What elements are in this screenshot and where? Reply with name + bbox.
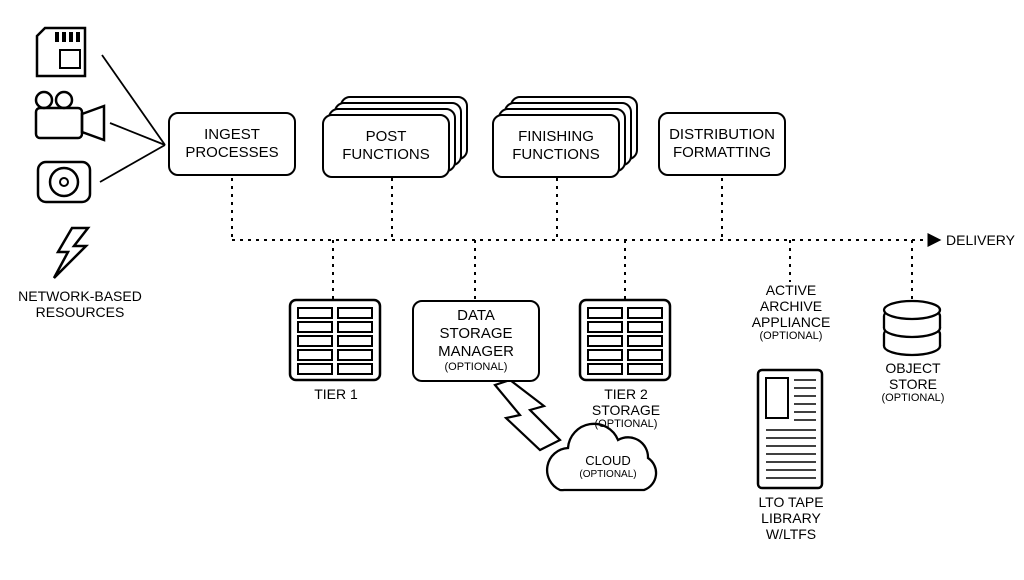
lto-label: LTO TAPE LIBRARY W/LTFS xyxy=(748,494,834,542)
objstore-optional: (OPTIONAL) xyxy=(872,392,954,405)
lto-line3: W/LTFS xyxy=(748,526,834,542)
objstore-line1: OBJECT xyxy=(872,360,954,376)
finishing-line1: FINISHING xyxy=(512,128,600,146)
camera-icon xyxy=(36,92,104,140)
dsm-line1: DATA STORAGE xyxy=(420,307,532,343)
dsm-optional: (OPTIONAL) xyxy=(445,361,508,374)
finishing-line2: FUNCTIONS xyxy=(512,146,600,164)
cloud-label: CLOUD (OPTIONAL) xyxy=(566,454,650,480)
cloud-line1: CLOUD xyxy=(566,454,650,469)
ingest-line2: PROCESSES xyxy=(185,144,278,162)
lto-line1: LTO TAPE xyxy=(748,494,834,510)
tier2-label: TIER 2 STORAGE (OPTIONAL) xyxy=(570,386,682,431)
archive-line1: ACTIVE xyxy=(744,282,838,298)
network-resources-label: NETWORK-BASED RESOURCES xyxy=(10,288,150,320)
lto-line2: LIBRARY xyxy=(748,510,834,526)
dsm-line2: MANAGER xyxy=(438,343,514,361)
sd-card-icon xyxy=(37,28,85,76)
object-store-label: OBJECT STORE (OPTIONAL) xyxy=(872,360,954,405)
cloud-optional: (OPTIONAL) xyxy=(566,469,650,481)
object-store-icon xyxy=(884,301,940,355)
post-line1: POST xyxy=(342,128,430,146)
diagram-connectors xyxy=(0,0,1024,580)
delivery-label: DELIVERY xyxy=(946,232,1015,248)
post-line2: FUNCTIONS xyxy=(342,146,430,164)
ingest-processes-box: INGEST PROCESSES xyxy=(168,112,296,176)
archive-line2: ARCHIVE xyxy=(744,298,838,314)
finishing-functions-box: FINISHING FUNCTIONS xyxy=(492,114,620,178)
ingest-line1: INGEST xyxy=(185,126,278,144)
distribution-line2: FORMATTING xyxy=(669,144,775,162)
tier1-rack-icon xyxy=(290,300,380,380)
archive-optional: (OPTIONAL) xyxy=(744,330,838,343)
tier2-rack-icon xyxy=(580,300,670,380)
objstore-line2: STORE xyxy=(872,376,954,392)
lto-library-icon xyxy=(758,370,822,488)
data-storage-manager-box: DATA STORAGE MANAGER (OPTIONAL) xyxy=(412,300,540,382)
post-functions-box: POST FUNCTIONS xyxy=(322,114,450,178)
active-archive-label: ACTIVE ARCHIVE APPLIANCE (OPTIONAL) xyxy=(744,282,838,343)
tier2-optional: (OPTIONAL) xyxy=(570,418,682,431)
disk-platter-icon xyxy=(38,162,90,202)
dsm-cloud-lightning-icon xyxy=(495,380,560,450)
tier2-line1: TIER 2 STORAGE xyxy=(570,386,682,418)
distribution-formatting-box: DISTRIBUTION FORMATTING xyxy=(658,112,786,176)
network-lightning-icon xyxy=(54,228,88,278)
tier1-label: TIER 1 xyxy=(304,386,368,402)
archive-line3: APPLIANCE xyxy=(744,314,838,330)
distribution-line1: DISTRIBUTION xyxy=(669,126,775,144)
